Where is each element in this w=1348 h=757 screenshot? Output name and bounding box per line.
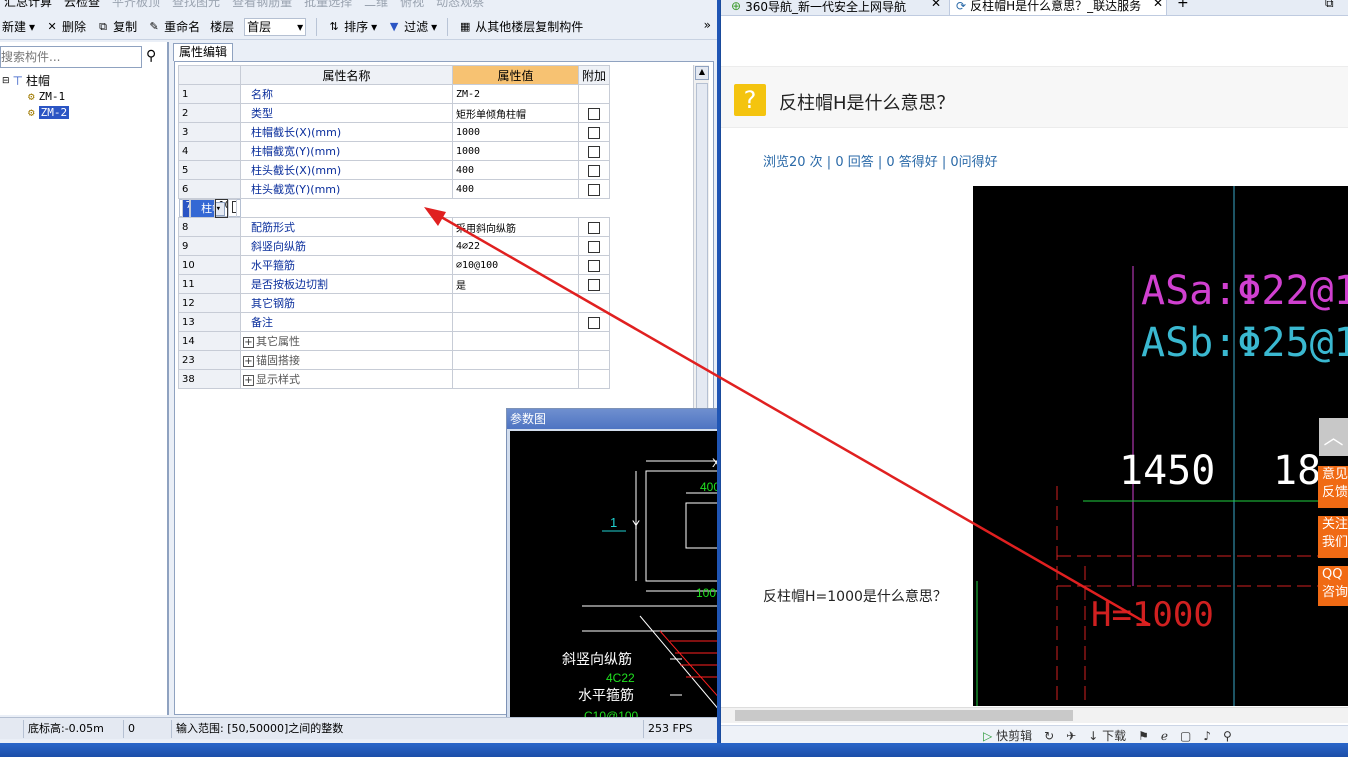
annotation-arrow-line	[435, 212, 1151, 627]
annotation-overlay	[424, 207, 1151, 627]
annotation-arrow-head	[424, 207, 446, 226]
